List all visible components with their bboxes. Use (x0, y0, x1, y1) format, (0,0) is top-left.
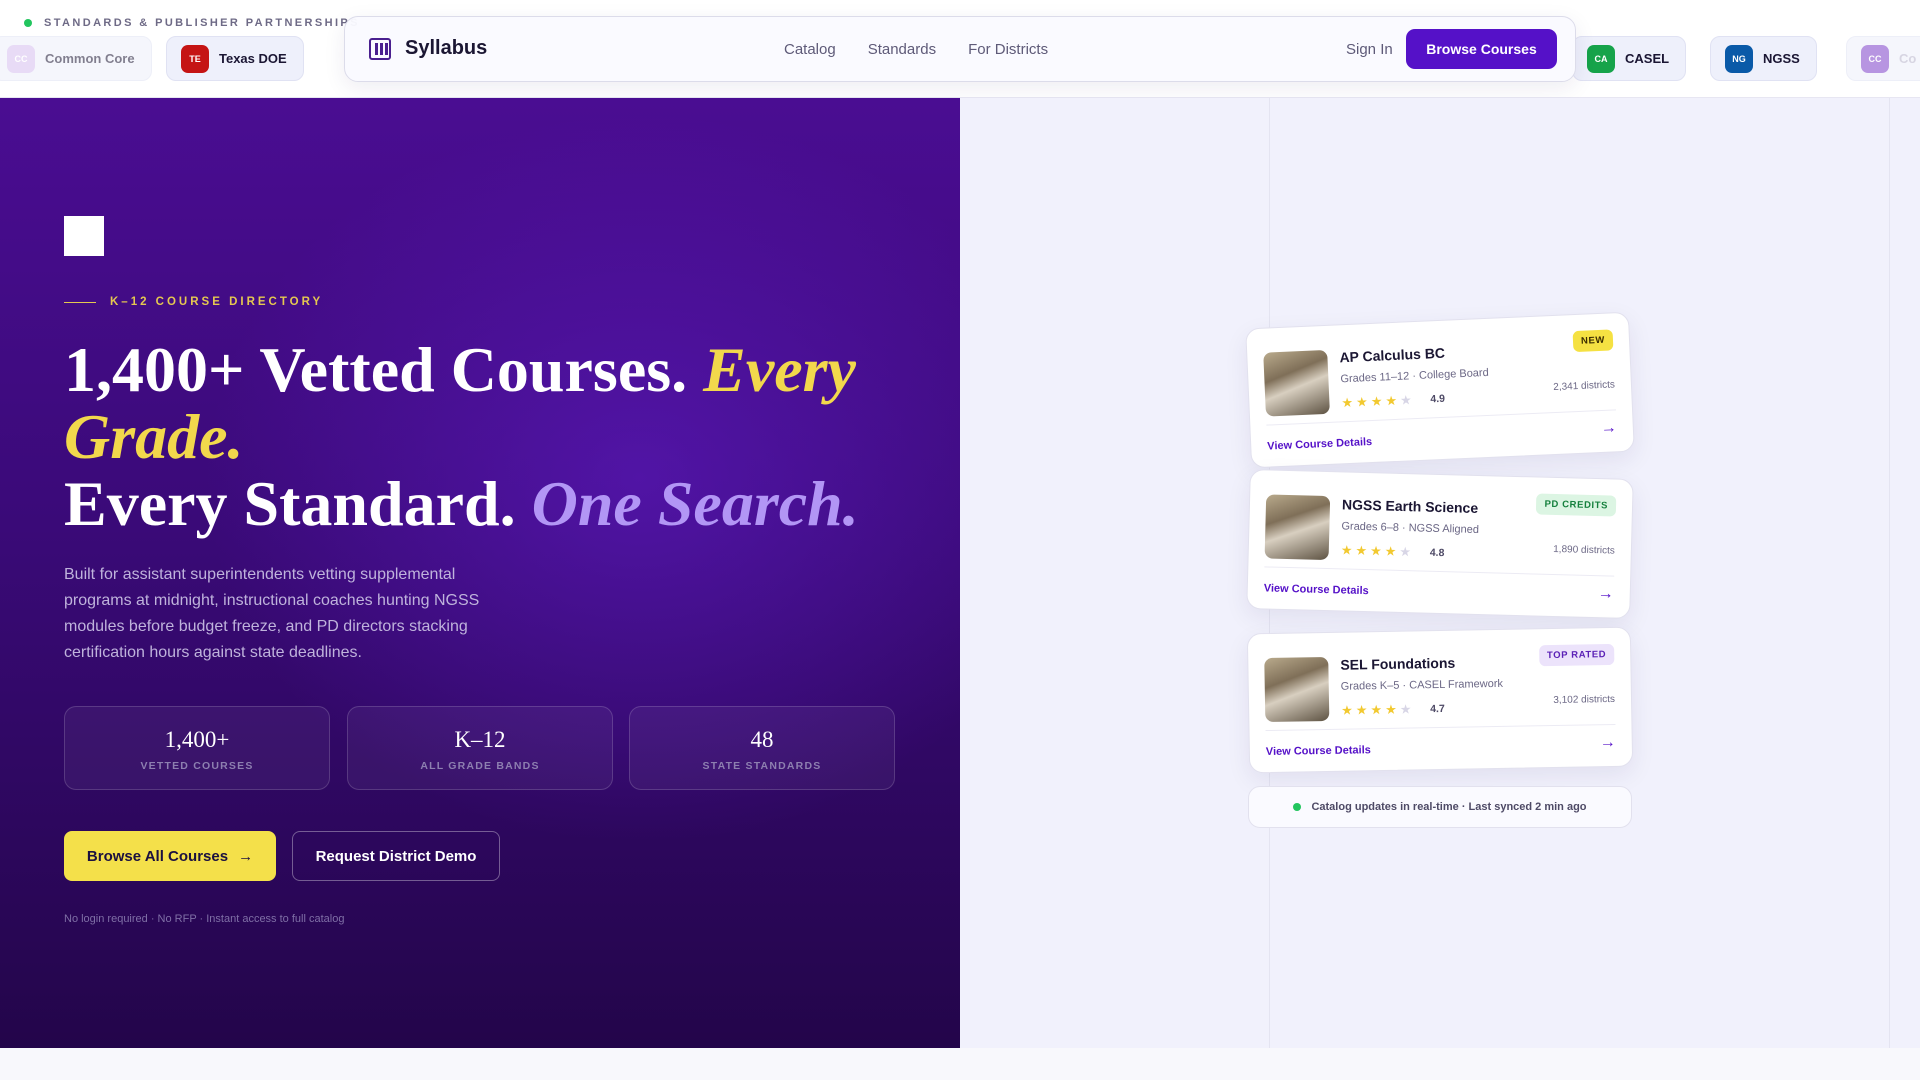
course-title: SEL Foundations (1340, 654, 1456, 673)
stat-label: VETTED COURSES (140, 760, 254, 772)
star-rating-icon: ★★★★★ (1340, 542, 1415, 560)
course-subtitle: Grades K–5 · CASEL Framework (1340, 677, 1504, 693)
partner-name: Co (1899, 51, 1917, 66)
stat-vetted-courses: 1,400+ VETTED COURSES (64, 706, 330, 790)
course-card-ngss-earth-science[interactable]: NGSS Earth Science Grades 6–8 · NGSS Ali… (1246, 468, 1634, 620)
browse-courses-button[interactable]: Browse Courses (1406, 29, 1557, 69)
course-card-ap-calculus[interactable]: AP Calculus BC Grades 11–12 · College Bo… (1245, 311, 1635, 469)
partner-logo-icon: NG (1725, 44, 1753, 73)
catalog-sync-status: Catalog updates in real-time · Last sync… (1248, 786, 1632, 828)
course-rating: 4.9 (1430, 392, 1446, 406)
course-rating: 4.7 (1430, 702, 1445, 716)
hero-fine-print: No login required · No RFP · Instant acc… (64, 913, 345, 925)
hero-logo-mark (64, 216, 104, 256)
course-title: AP Calculus BC (1339, 344, 1446, 366)
brand-name: Syllabus (405, 37, 488, 59)
nav-link-for-districts[interactable]: For Districts (968, 41, 1048, 58)
nav-links: Catalog Standards For Districts (784, 41, 1048, 58)
star-rating-icon: ★★★★★ (1341, 701, 1415, 718)
next-section-edge (0, 1048, 1920, 1080)
headline-part-4: One Search. (531, 468, 859, 539)
partner-name: Common Core (45, 51, 135, 66)
course-thumbnail-image (1264, 494, 1331, 561)
course-district-count: 1,890 districts (1553, 543, 1616, 557)
partner-logo-icon: CC (7, 44, 35, 73)
sign-in-link[interactable]: Sign In (1346, 41, 1393, 58)
course-badge-top-rated: TOP RATED (1538, 643, 1615, 667)
partner-chip-texas-doe[interactable]: TE Texas DOE (166, 36, 304, 81)
course-badge-new: NEW (1572, 329, 1614, 353)
arrow-right-icon: → (238, 847, 254, 865)
stat-value: K–12 (454, 727, 506, 752)
partner-logo-icon: CC (1861, 44, 1889, 73)
nav-link-catalog[interactable]: Catalog (784, 41, 836, 58)
stat-label: STATE STANDARDS (702, 760, 822, 772)
brand-logo[interactable]: Syllabus (369, 37, 487, 60)
course-rating: 4.8 (1429, 546, 1445, 560)
grid-line (1889, 98, 1890, 1048)
partner-name: CASEL (1625, 51, 1670, 66)
view-course-details-link[interactable]: View Course Details (1266, 744, 1371, 758)
course-thumbnail-image (1264, 656, 1330, 723)
eyebrow-text: K–12 COURSE DIRECTORY (110, 296, 324, 308)
stat-label: ALL GRADE BANDS (420, 760, 540, 772)
live-indicator-dot (24, 19, 32, 27)
browse-all-courses-button[interactable]: Browse All Courses → (64, 831, 276, 881)
partner-logo-icon: CA (1587, 44, 1615, 73)
hero-headline: 1,400+ Vetted Courses. Every Grade. Every… (64, 336, 944, 537)
syllabus-logo-icon (369, 37, 391, 60)
stat-grade-bands: K–12 ALL GRADE BANDS (347, 706, 613, 790)
sync-status-text: Catalog updates in real-time · Last sync… (1311, 801, 1587, 813)
view-course-details-link[interactable]: View Course Details (1264, 582, 1369, 597)
stat-value: 48 (750, 727, 774, 752)
eyebrow-line (64, 301, 96, 303)
view-course-details-link[interactable]: View Course Details (1267, 436, 1372, 453)
card-divider (1265, 723, 1616, 732)
course-subtitle: Grades 11–12 · College Board (1340, 366, 1489, 386)
partner-chip-casel[interactable]: CA CASEL (1572, 36, 1687, 81)
partner-name: NGSS (1763, 51, 1800, 66)
course-district-count: 3,102 districts (1553, 693, 1616, 707)
course-title: NGSS Earth Science (1341, 496, 1479, 516)
course-district-count: 2,341 districts (1553, 379, 1616, 394)
partner-logo-icon: TE (181, 44, 209, 73)
hero-eyebrow: K–12 COURSE DIRECTORY (64, 296, 323, 308)
partner-name: Texas DOE (219, 51, 287, 66)
course-thumbnail-image (1263, 349, 1330, 417)
cta-primary-label: Browse All Courses (86, 847, 229, 865)
partner-chip-common-core[interactable]: CC Common Core (0, 36, 152, 81)
request-district-demo-button[interactable]: Request District Demo (292, 831, 500, 881)
card-divider (1264, 566, 1615, 577)
partner-strip-label: STANDARDS & PUBLISHER PARTNERSHIPS (24, 17, 360, 29)
partner-strip-title: STANDARDS & PUBLISHER PARTNERSHIPS (44, 17, 360, 29)
partner-chip-truncated[interactable]: CC Co (1846, 36, 1920, 81)
course-badge-pd-credits: PD CREDITS (1536, 493, 1617, 517)
hero-section: K–12 COURSE DIRECTORY 1,400+ Vetted Cour… (0, 98, 960, 1048)
headline-part-1: 1,400+ Vetted Courses. (64, 334, 688, 405)
stat-value: 1,400+ (164, 727, 230, 752)
hero-description: Built for assistant superintendents vett… (64, 566, 480, 661)
arrow-right-icon[interactable]: → (1600, 419, 1617, 438)
main-navbar: Syllabus Catalog Standards For Districts… (344, 16, 1576, 82)
nav-link-standards[interactable]: Standards (868, 41, 936, 58)
arrow-right-icon[interactable]: → (1598, 585, 1614, 603)
star-rating-icon: ★★★★★ (1341, 392, 1416, 411)
course-card-sel-foundations[interactable]: SEL Foundations Grades K–5 · CASEL Frame… (1246, 626, 1634, 774)
arrow-right-icon[interactable]: → (1600, 734, 1616, 752)
live-status-dot (1293, 803, 1302, 811)
partner-chip-ngss[interactable]: NG NGSS (1710, 36, 1817, 81)
course-subtitle: Grades 6–8 · NGSS Aligned (1341, 520, 1480, 537)
headline-part-3: Every Standard. (64, 468, 516, 539)
stat-state-standards: 48 STATE STANDARDS (629, 706, 895, 790)
